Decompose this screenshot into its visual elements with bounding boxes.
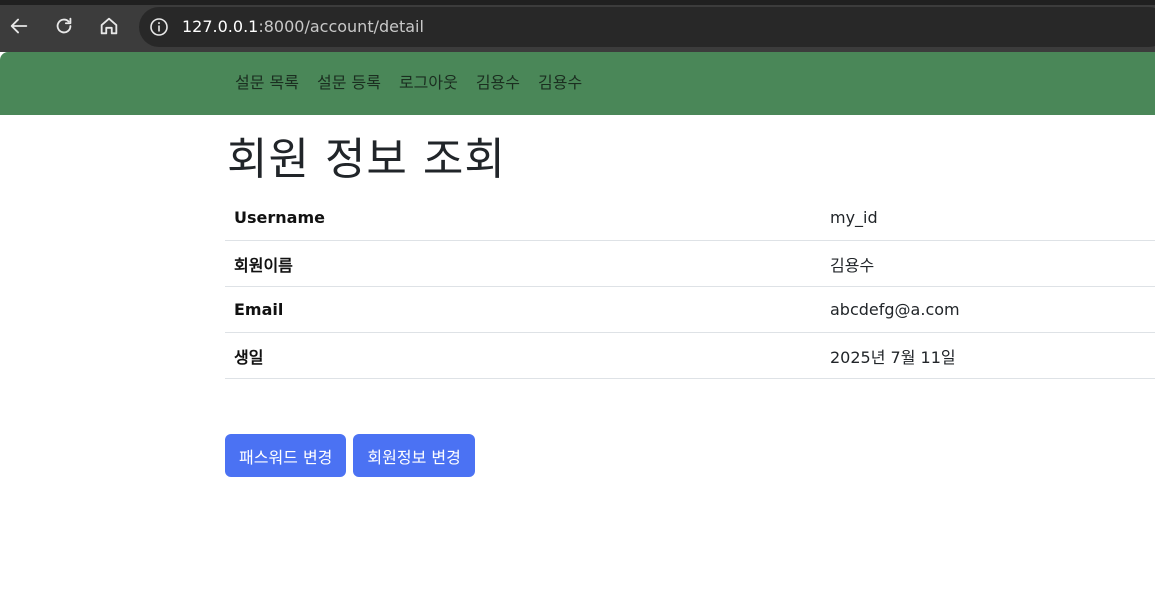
nav-links: 설문 목록 설문 등록 로그아웃 김용수 김용수 [226,72,591,94]
home-icon [100,17,118,35]
nav-link-survey-create[interactable]: 설문 등록 [308,72,390,94]
username-value: my_id [821,195,1155,241]
arrow-left-icon [10,18,28,34]
change-password-button[interactable]: 패스워드 변경 [225,434,347,477]
app-navbar: 설문 목록 설문 등록 로그아웃 김용수 김용수 [0,52,1155,115]
table-row: 생일 2025년 7월 11일 [225,332,1155,379]
username-label: Username [225,195,821,241]
nav-link-user-profile[interactable]: 김용수 [529,72,591,94]
info-icon[interactable] [149,17,169,37]
nav-link-logout[interactable]: 로그아웃 [390,72,467,94]
url-path: :8000/account/detail [258,17,424,36]
table-row: Email abcdefg@a.com [225,286,1155,333]
reload-icon [56,17,72,34]
email-label: Email [225,286,821,333]
nav-link-user-name[interactable]: 김용수 [467,72,529,94]
change-member-info-button[interactable]: 회원정보 변경 [353,434,475,477]
birthday-label: 생일 [225,332,821,379]
table-row: 회원이름 김용수 [225,240,1155,287]
reload-button[interactable] [48,10,80,42]
member-name-value: 김용수 [821,240,1155,287]
nav-link-survey-list[interactable]: 설문 목록 [226,72,308,94]
back-button[interactable] [3,10,35,42]
url-text[interactable]: 127.0.0.1:8000/account/detail [182,17,424,37]
action-buttons: 패스워드 변경 회원정보 변경 [225,434,475,477]
member-name-label: 회원이름 [225,240,821,287]
home-button[interactable] [93,10,125,42]
browser-tabstrip-edge [0,0,1155,5]
account-detail-table: Username my_id 회원이름 김용수 Email abcdefg@a.… [225,195,1155,379]
table-row: Username my_id [225,195,1155,241]
birthday-value: 2025년 7월 11일 [821,332,1155,379]
email-value: abcdefg@a.com [821,286,1155,333]
main-content: 회원 정보 조회 Username my_id 회원이름 김용수 Email a… [225,115,1155,477]
url-host: 127.0.0.1 [182,17,259,36]
browser-toolbar: 127.0.0.1:8000/account/detail [0,0,1155,52]
address-bar[interactable]: 127.0.0.1:8000/account/detail [139,7,1155,47]
page-title: 회원 정보 조회 [227,134,506,185]
